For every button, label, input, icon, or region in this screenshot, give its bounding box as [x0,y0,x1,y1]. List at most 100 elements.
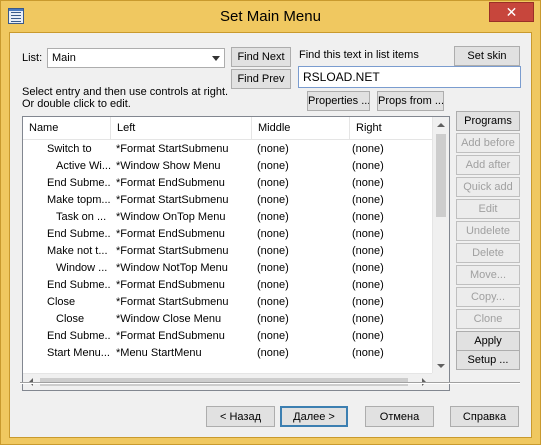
cell-name: Close [47,296,76,308]
vertical-scrollbar[interactable] [432,117,449,374]
cell-left: *Format EndSubmenu [116,228,225,240]
cell-right: (none) [352,330,384,342]
cell-left: *Format StartSubmenu [116,194,229,206]
copy-button[interactable]: Copy... [456,287,520,307]
table-row[interactable]: Window ... *Window NotTop Menu (none) (none… [23,260,433,277]
programs-button[interactable]: Programs [456,111,520,131]
menu-entries-table[interactable]: Name Left Middle Right Switch to *Format … [22,116,450,391]
cell-middle: (none) [257,347,289,359]
cell-right: (none) [352,228,384,240]
clone-button[interactable]: Clone [456,309,520,329]
scroll-up-arrow-icon[interactable] [437,123,445,127]
table-row[interactable]: Make topm... *Format StartSubmenu (none) (n… [23,192,433,209]
back-button[interactable]: < Назад [206,406,275,427]
title-bar[interactable]: Set Main Menu ✕ [1,1,540,32]
cell-middle: (none) [257,330,289,342]
table-row[interactable]: Switch to *Format StartSubmenu (none) (none… [23,141,433,158]
cell-left: *Format EndSubmenu [116,330,225,342]
cell-right: (none) [352,347,384,359]
table-row[interactable]: End Subme... *Format EndSubmenu (none) (non… [23,277,433,294]
cell-left: *Format EndSubmenu [116,177,225,189]
cell-middle: (none) [257,211,289,223]
list-select-value: Main [52,52,76,64]
cell-left: *Window NotTop Menu [116,262,228,274]
list-label: List: [22,52,43,64]
close-button[interactable]: ✕ [489,2,534,22]
vertical-scroll-thumb[interactable] [436,134,446,217]
cell-middle: (none) [257,279,289,291]
find-prev-button[interactable]: Find Prev [231,69,291,89]
set-skin-button[interactable]: Set skin [454,46,520,66]
cell-right: (none) [352,194,384,206]
edit-button[interactable]: Edit [456,199,520,219]
table-row[interactable]: End Subme... *Format EndSubmenu (none) (non… [23,226,433,243]
quick-add-button[interactable]: Quick add [456,177,520,197]
cell-name: Active Wi... [56,160,111,172]
cell-middle: (none) [257,262,289,274]
delete-button[interactable]: Delete [456,243,520,263]
cell-left: *Format StartSubmenu [116,296,229,308]
cell-middle: (none) [257,177,289,189]
cell-middle: (none) [257,228,289,240]
list-select[interactable]: Main [47,48,225,68]
cell-right: (none) [352,296,384,308]
table-row[interactable]: End Subme... *Format EndSubmenu (none) (non… [23,328,433,345]
cell-right: (none) [352,245,384,257]
column-header-right[interactable]: Right [350,117,433,140]
cell-name: Switch to [47,143,92,155]
cell-right: (none) [352,313,384,325]
footer-separator [20,382,520,384]
cell-middle: (none) [257,245,289,257]
properties-button[interactable]: Properties ... [307,91,370,111]
cell-middle: (none) [257,143,289,155]
table-header: Name Left Middle Right [23,117,433,140]
setup-button[interactable]: Setup ... [456,350,520,370]
cell-name: End Subme... [47,228,111,240]
props-from-button[interactable]: Props from ... [377,91,444,111]
cell-middle: (none) [257,313,289,325]
instructions-line-1: Select entry and then use controls at ri… [22,86,229,98]
table-row[interactable]: Active Wi... *Window Show Menu (none) (none… [23,158,433,175]
cell-name: End Subme... [47,330,111,342]
scroll-down-arrow-icon[interactable] [437,364,445,368]
column-header-middle[interactable]: Middle [252,117,350,140]
table-row[interactable]: Make not t... *Format StartSubmenu (none) (… [23,243,433,260]
help-button[interactable]: Справка [450,406,519,427]
cell-right: (none) [352,177,384,189]
cell-right: (none) [352,279,384,291]
table-row[interactable]: Close *Format StartSubmenu (none) (none) [23,294,433,311]
cell-name: End Subme... [47,177,111,189]
undelete-button[interactable]: Undelete [456,221,520,241]
cell-name: Make topm... [47,194,111,206]
column-header-left[interactable]: Left [111,117,252,140]
cell-right: (none) [352,211,384,223]
cell-name: Close [56,313,85,325]
instructions-line-2: Or double click to edit. [22,98,131,110]
cell-name: Start Menu... [47,347,110,359]
table-row[interactable]: End Subme... *Format EndSubmenu (none) (non… [23,175,433,192]
cell-left: *Format EndSubmenu [116,279,225,291]
cancel-button[interactable]: Отмена [365,406,434,427]
find-hint-label: Find this text in list items [299,49,419,61]
table-row[interactable]: Close *Window Close Menu (none) (none) [23,311,433,328]
find-next-button[interactable]: Find Next [231,47,291,67]
find-text-input[interactable]: RSLOAD.NET [298,66,521,88]
table-row[interactable]: Task on ... *Window OnTop Menu (none) (none… [23,209,433,226]
cell-right: (none) [352,262,384,274]
next-button[interactable]: Далее > [280,406,348,427]
dialog-window: Set Main Menu ✕ List: Main Find Next Fin… [0,0,541,445]
move-button[interactable]: Move... [456,265,520,285]
apply-button[interactable]: Apply [456,331,520,351]
cell-right: (none) [352,160,384,172]
cell-left: *Window OnTop Menu [116,211,226,223]
add-after-button[interactable]: Add after [456,155,520,175]
cell-middle: (none) [257,160,289,172]
cell-middle: (none) [257,194,289,206]
dialog-client-area: List: Main Find Next Find Prev Find this… [9,32,532,438]
window-title: Set Main Menu [220,8,321,25]
add-before-button[interactable]: Add before [456,133,520,153]
table-row[interactable]: Start Menu... *Menu StartMenu (none) (none) [23,345,433,362]
column-header-name[interactable]: Name [23,117,111,140]
cell-left: *Window Show Menu [116,160,221,172]
cell-left: *Format StartSubmenu [116,245,229,257]
